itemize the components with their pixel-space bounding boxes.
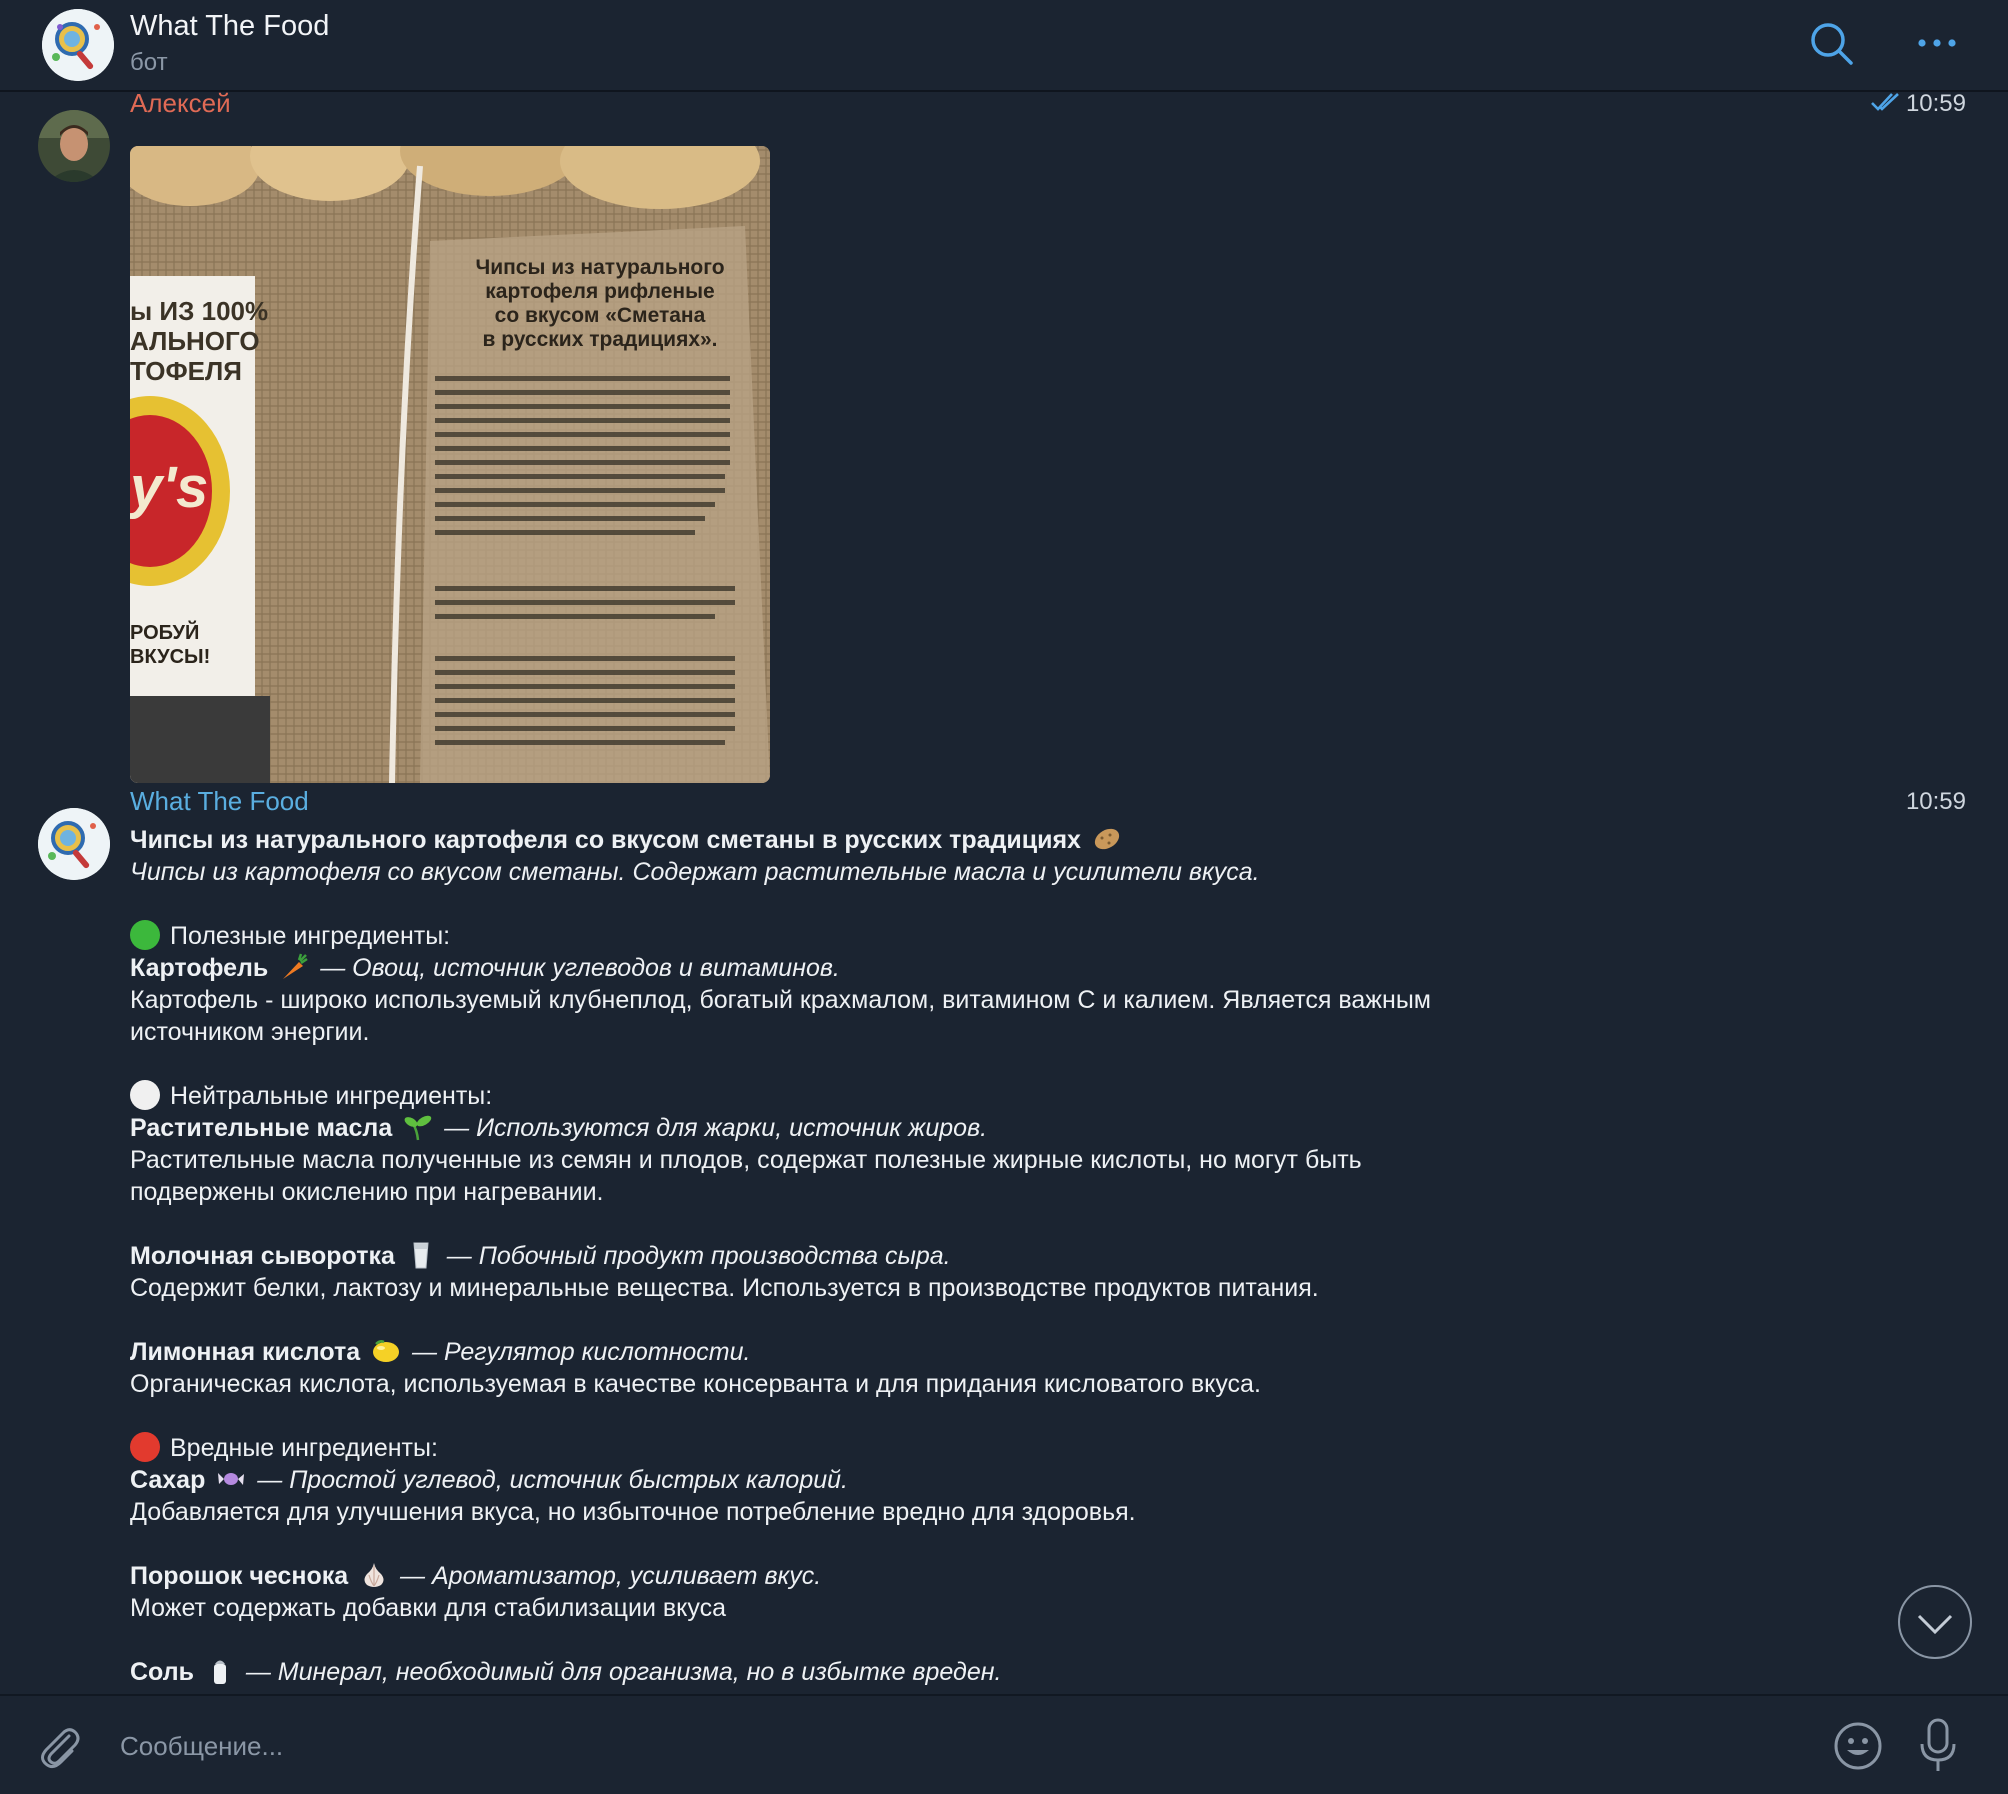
ingredient-name: Соль — [130, 1658, 194, 1686]
ingredient-name: Молочная сыворотка — [130, 1242, 395, 1270]
scroll-down-button[interactable] — [1898, 1585, 1972, 1659]
white-circle-icon — [130, 1080, 160, 1110]
ingredient-note: — Регулятор кислотности. — [412, 1338, 751, 1366]
product-title: Чипсы из натурального картофеля со вкусо… — [130, 824, 1490, 856]
bot-sender-name[interactable]: What The Food — [130, 786, 309, 817]
ingredient-note: — Ароматизатор, усиливает вкус. — [400, 1562, 822, 1590]
chevron-down-icon — [1917, 1614, 1953, 1635]
photo-left-line: АЛЬНОГО — [130, 326, 260, 356]
ingredient-description: Может содержать добавки для стабилизации… — [130, 1594, 726, 1622]
ingredient-name: Порошок чеснока — [130, 1562, 349, 1590]
ingredient-note: — Используются для жарки, источник жиров… — [444, 1114, 988, 1142]
green-circle-icon — [130, 920, 160, 950]
ingredient-item: Молочная сыворотка — Побочный продукт пр… — [130, 1240, 1490, 1272]
salt-icon — [213, 1660, 226, 1684]
bot-avatar[interactable] — [42, 9, 114, 81]
red-circle-icon — [130, 1432, 160, 1462]
bad-section-header: Вредные ингредиенты: — [130, 1432, 1490, 1464]
ingredient-item: Лимонная кислота — Регулятор кислотности… — [130, 1336, 1490, 1368]
user-avatar[interactable] — [38, 110, 110, 182]
chat-messages[interactable]: Алексей 10:59 Чипсы из натурального карт… — [0, 92, 2008, 1694]
bot-message-avatar[interactable] — [38, 808, 110, 880]
ingredient-description: Содержит белки, лактозу и минеральные ве… — [130, 1274, 1319, 1302]
photo-left-line: ы ИЗ 100% — [130, 296, 269, 326]
bad-header-text: Вредные ингредиенты: — [170, 1434, 438, 1462]
message-input-bar — [0, 1694, 2008, 1794]
photo-title-line: картофеля рифленые — [485, 280, 715, 303]
ingredient-item: Сахар — Простой углевод, источник быстры… — [130, 1464, 1490, 1496]
photo-title-line: со вкусом «Сметана — [494, 304, 706, 327]
good-header-text: Полезные ингредиенты: — [170, 922, 451, 950]
photo-title-line: Чипсы из натурального — [475, 256, 725, 279]
chat-title[interactable]: What The Food — [130, 10, 329, 43]
photo-left-line: ТОФЕЛЯ — [130, 356, 242, 386]
photo-left-bottom-text: РОБУЙ ВКУСЫ! — [130, 621, 210, 669]
more-options-icon[interactable] — [1915, 26, 1959, 60]
product-summary: Чипсы из картофеля со вкусом сметаны. Со… — [130, 858, 1260, 886]
photo-brand-logo: y's — [130, 455, 209, 520]
ingredient-description: Растительные масла полученные из семян и… — [130, 1146, 1362, 1206]
double-check-icon — [1871, 93, 1899, 111]
attach-icon[interactable] — [34, 1722, 84, 1772]
ingredient-note: — Побочный продукт производства сыра. — [446, 1242, 951, 1270]
microphone-icon[interactable] — [1916, 1716, 1960, 1776]
chat-header: What The Food бот — [0, 0, 2008, 92]
ingredient-item: Растительные масла — Используются для жа… — [130, 1112, 1490, 1144]
ingredient-note: — Овощ, источник углеводов и витаминов. — [320, 954, 840, 982]
ingredient-description: Добавляется для улучшения вкуса, но избы… — [130, 1498, 1136, 1526]
photo-title-line: в русских традициях». — [482, 328, 718, 351]
ingredient-note: — Простой углевод, источник быстрых кало… — [257, 1466, 848, 1494]
emoji-icon[interactable] — [1832, 1720, 1884, 1772]
lemon-icon — [373, 1340, 400, 1362]
ingredient-name: Лимонная кислота — [130, 1338, 361, 1366]
candy-icon — [218, 1473, 245, 1485]
ingredient-item: Порошок чеснока — Ароматизатор, усиливае… — [130, 1560, 1490, 1592]
chat-subtitle: бот — [130, 49, 168, 76]
search-icon[interactable] — [1808, 20, 1854, 66]
neutral-section-header: Нейтральные ингредиенты: — [130, 1080, 1490, 1112]
ingredient-item: Соль — Минерал, необходимый для организм… — [130, 1656, 1490, 1688]
bot-message-time: 10:59 — [1905, 788, 1966, 815]
carrot-icon — [283, 953, 308, 979]
message-input[interactable] — [118, 1716, 1802, 1776]
garlic-icon — [364, 1563, 384, 1587]
photo-left-bottom-line: РОБУЙ — [130, 622, 200, 644]
ingredient-name: Растительные масла — [130, 1114, 393, 1142]
ingredient-description: Картофель - широко используемый клубнепл… — [130, 986, 1431, 1046]
photo-left-bottom-line: ВКУСЫ! — [130, 646, 211, 668]
good-section-header: Полезные ингредиенты: — [130, 920, 1490, 952]
ingredient-description: Органическая кислота, используемая в кач… — [130, 1370, 1261, 1398]
product-title-text: Чипсы из натурального картофеля со вкусо… — [130, 826, 1081, 854]
bot-message-text: Чипсы из натурального картофеля со вкусо… — [130, 824, 1490, 1688]
photo-left-text: ы ИЗ 100% АЛЬНОГО ТОФЕЛЯ — [130, 296, 268, 386]
product-photo[interactable]: Чипсы из натурального картофеля рифленые… — [130, 146, 770, 783]
ingredient-name: Сахар — [130, 1466, 206, 1494]
ingredient-note: — Минерал, необходимый для организма, но… — [245, 1658, 1002, 1686]
potato-icon — [1094, 828, 1120, 850]
seedling-icon — [404, 1115, 432, 1141]
sender-name[interactable]: Алексей — [130, 92, 231, 119]
milk-glass-icon — [413, 1242, 429, 1269]
neutral-header-text: Нейтральные ингредиенты: — [170, 1082, 493, 1110]
ingredient-name: Картофель — [130, 954, 269, 982]
time-label: 10:59 — [1905, 92, 1966, 117]
ingredient-item: Картофель — Овощ, источник углеводов и в… — [130, 952, 1490, 984]
message-time: 10:59 — [1870, 92, 1966, 118]
photo-product-title: Чипсы из натурального картофеля рифленые… — [465, 256, 735, 352]
